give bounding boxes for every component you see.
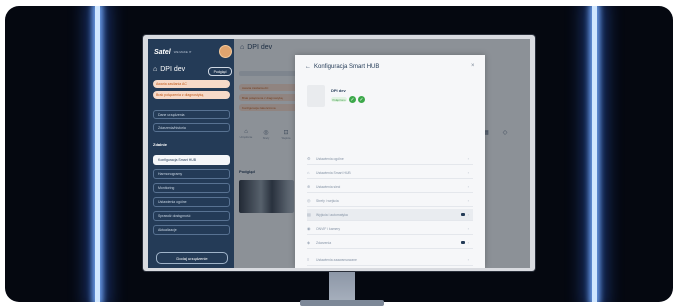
add-device-button[interactable]: Dodaj urządzenie bbox=[156, 252, 228, 264]
chevron-right-icon: › bbox=[467, 240, 469, 245]
app-screen: Satel WE MAKE IT ⌂ DPI dev Podgląd Awari… bbox=[148, 39, 530, 268]
sidebar: Satel WE MAKE IT ⌂ DPI dev Podgląd Awari… bbox=[148, 39, 234, 268]
device-tag-button[interactable]: Podgląd bbox=[208, 67, 232, 76]
chevron-right-icon: › bbox=[467, 156, 469, 161]
settings-row-label: Ustawienia sieci bbox=[316, 184, 341, 189]
monitor-stand-base bbox=[300, 300, 384, 306]
sidebar-alert-1[interactable]: Awaria zasilania AC bbox=[153, 80, 230, 88]
chevron-right-icon: › bbox=[467, 212, 469, 217]
status-indicator bbox=[461, 241, 465, 244]
neon-light-left bbox=[95, 6, 100, 302]
avatar[interactable] bbox=[219, 45, 232, 58]
nav-item-updates[interactable]: Aktualizacje bbox=[153, 225, 230, 235]
scene: Satel WE MAKE IT ⌂ DPI dev Podgląd Awari… bbox=[0, 0, 678, 307]
output-icon: ▤ bbox=[307, 212, 311, 217]
settings-row-zones[interactable]: ◎ Strefy i wejścia › bbox=[307, 195, 473, 207]
settings-row-outputs[interactable]: ▤ Wyjścia i automatyka › bbox=[307, 209, 473, 221]
close-icon[interactable]: × bbox=[471, 63, 475, 69]
brand-logo[interactable]: Satel WE MAKE IT bbox=[154, 46, 192, 58]
device-image bbox=[307, 85, 325, 107]
brand-name: Satel bbox=[154, 48, 171, 56]
settings-row-label: Zdarzenia bbox=[316, 240, 332, 245]
sidebar-alert-2[interactable]: Brak połączenia z diagnostyką bbox=[153, 91, 230, 99]
settings-row-label: Ustawienia zaawansowane bbox=[316, 257, 357, 262]
chevron-right-icon: › bbox=[467, 170, 469, 175]
panel-header: ← Konfiguracja Smart HUB bbox=[305, 64, 379, 70]
device-name: DPI dev bbox=[331, 88, 346, 93]
smart-hub-config-panel: ← Konfiguracja Smart HUB × DPI dev Połąc… bbox=[295, 55, 485, 268]
event-icon: ◈ bbox=[307, 240, 311, 245]
chevron-right-icon: › bbox=[467, 257, 469, 262]
settings-row-events[interactable]: ◈ Zdarzenia › bbox=[307, 237, 473, 249]
settings-row-label: Strefy i wejścia bbox=[316, 198, 339, 203]
settings-row-label: Wyjścia i automatyka bbox=[316, 212, 348, 217]
nav-item-smart-hub[interactable]: Konfiguracja Smart HUB bbox=[153, 155, 230, 165]
nav-item-monitoring[interactable]: Monitoring bbox=[153, 183, 230, 193]
monitor: Satel WE MAKE IT ⌂ DPI dev Podgląd Awari… bbox=[143, 35, 535, 271]
chevron-right-icon: › bbox=[467, 226, 469, 231]
neon-light-right bbox=[592, 6, 597, 302]
nav-item-schedules[interactable]: Harmonogramy bbox=[153, 169, 230, 179]
check-icon: ✓ bbox=[358, 96, 365, 103]
gear-icon: ⚙ bbox=[307, 156, 311, 161]
device-title-label: DPI dev bbox=[160, 66, 186, 73]
status-indicator bbox=[461, 213, 465, 216]
check-icon: ✓ bbox=[349, 96, 356, 103]
chevron-right-icon: › bbox=[467, 198, 469, 203]
nav-item-availability[interactable]: Sprawdź dostępność bbox=[153, 211, 230, 221]
settings-row-general[interactable]: ⚙ Ustawienia ogólne › bbox=[307, 153, 473, 165]
camera-icon: ◉ bbox=[307, 226, 311, 231]
settings-row-label: Ustawienia Smart HUB bbox=[316, 170, 351, 175]
back-arrow-icon[interactable]: ← bbox=[305, 64, 311, 70]
panel-title: Konfiguracja Smart HUB bbox=[314, 64, 380, 70]
events-history-button[interactable]: Zdarzenia/historia bbox=[153, 123, 230, 132]
settings-row-advanced[interactable]: ≡ Ustawienia zaawansowane › bbox=[307, 254, 473, 266]
settings-row-smart-hub[interactable]: ⌂ Ustawienia Smart HUB › bbox=[307, 167, 473, 179]
status-badge: Połączono bbox=[331, 97, 347, 102]
brand-tagline: WE MAKE IT bbox=[173, 49, 192, 54]
hub-icon: ⌂ bbox=[307, 170, 310, 175]
nav-item-general-settings[interactable]: Ustawienia ogólne bbox=[153, 197, 230, 207]
device-data-button[interactable]: Dane urządzenia bbox=[153, 110, 230, 119]
settings-row-network[interactable]: ⊕ Ustawienia sieci › bbox=[307, 181, 473, 193]
zone-icon: ◎ bbox=[307, 198, 311, 203]
settings-row-onvif[interactable]: ◉ ONVIF i kamery › bbox=[307, 223, 473, 235]
advanced-icon: ≡ bbox=[307, 257, 310, 262]
chevron-right-icon: › bbox=[467, 184, 469, 189]
device-title: ⌂ DPI dev bbox=[153, 66, 185, 73]
section-label: Zdalnie bbox=[153, 142, 168, 147]
device-icon: ⌂ bbox=[153, 66, 158, 73]
settings-row-label: ONVIF i kamery bbox=[316, 226, 341, 231]
network-icon: ⊕ bbox=[307, 184, 311, 189]
settings-row-label: Ustawienia ogólne bbox=[316, 156, 344, 161]
device-card: DPI dev Połączono ✓ ✓ bbox=[307, 85, 365, 111]
